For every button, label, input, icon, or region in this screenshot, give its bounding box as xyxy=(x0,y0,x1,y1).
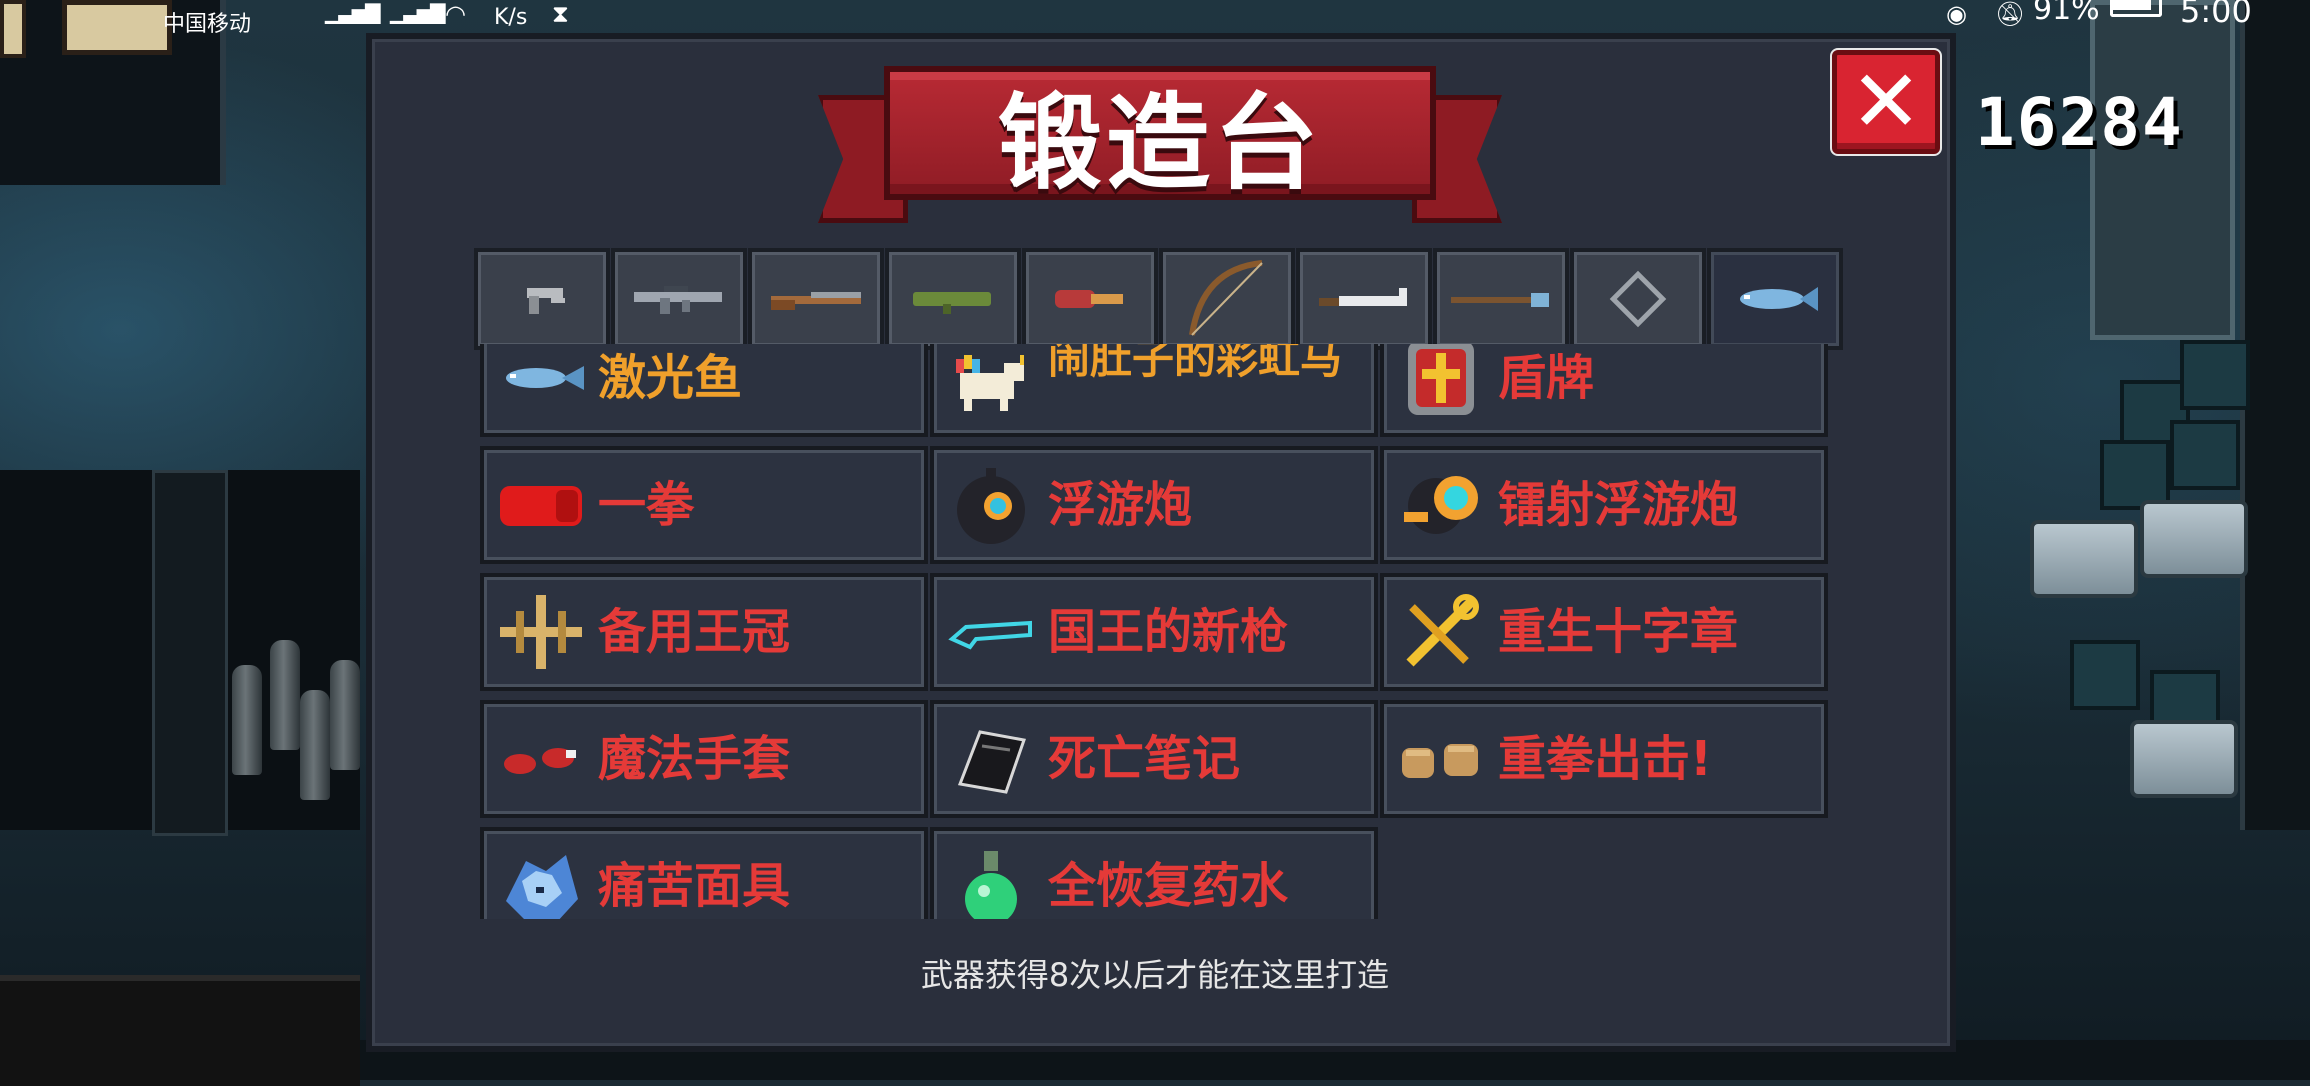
spare-crown-icon xyxy=(500,595,582,669)
tab-sword[interactable] xyxy=(1296,248,1432,350)
signal-icon: ▁▃▅▇ xyxy=(390,0,446,24)
item-name: 重生十字章 xyxy=(1498,604,1739,660)
crate xyxy=(2180,340,2250,410)
list-item[interactable]: 死亡笔记 xyxy=(930,700,1378,818)
gas-tank xyxy=(232,665,262,775)
item-name: 痛苦面具 xyxy=(598,858,791,914)
list-item[interactable]: 重生十字章 xyxy=(1380,573,1828,691)
item-name: 镭射浮游炮 xyxy=(1498,477,1739,533)
tab-bow[interactable] xyxy=(1159,248,1295,350)
shield-icon xyxy=(1408,344,1474,415)
forge-hint: 武器获得8次以后才能在这里打造 xyxy=(920,956,1390,994)
background-floor xyxy=(0,975,360,1086)
floating-cannon-icon xyxy=(957,468,1025,544)
net-speed: K/s xyxy=(494,5,528,30)
item-name: 全恢复药水 xyxy=(1048,858,1289,914)
flamethrower-icon xyxy=(1055,282,1125,316)
tab-shotgun[interactable] xyxy=(748,248,884,350)
item-name: 闹肚子的彩虹马 xyxy=(1048,344,1343,383)
crate xyxy=(2070,640,2140,710)
laser-floating-cannon-icon xyxy=(1404,476,1478,534)
close-icon: ✕ xyxy=(1849,52,1923,152)
background-machine xyxy=(2030,520,2138,598)
item-name: 死亡笔记 xyxy=(1048,731,1241,787)
shuriken-icon xyxy=(1609,270,1667,328)
bow-icon xyxy=(1189,260,1263,336)
tab-pistol[interactable] xyxy=(474,248,610,350)
tab-spear[interactable] xyxy=(1433,248,1569,350)
item-name: 盾牌 xyxy=(1498,350,1595,406)
hotspot-icon: ⧗ xyxy=(552,0,569,28)
battery-icon xyxy=(2110,0,2162,17)
item-name: 浮游炮 xyxy=(1048,477,1193,533)
background-wall xyxy=(2240,0,2310,830)
eye-icon: ◉ xyxy=(1946,0,1967,28)
wifi-icon: ◠ xyxy=(445,0,466,28)
dialog-title: 锻造台 xyxy=(997,81,1322,204)
list-item[interactable]: 浮游炮 xyxy=(930,446,1378,564)
background-pillar xyxy=(152,470,228,836)
full-heal-potion-icon xyxy=(965,851,1017,919)
battery-percent: 91% xyxy=(2033,0,2100,27)
list-item[interactable]: 重拳出击! xyxy=(1380,700,1828,818)
list-item[interactable]: 一拳 xyxy=(480,446,928,564)
death-note-icon xyxy=(957,730,1026,794)
list-item[interactable]: 魔法手套 xyxy=(480,700,928,818)
red-fist-icon xyxy=(500,486,582,526)
spear-icon xyxy=(1451,289,1551,309)
item-name: 重拳出击! xyxy=(1498,731,1712,787)
fish-icon xyxy=(1740,287,1818,311)
background-machine xyxy=(2140,500,2248,578)
item-name: 备用王冠 xyxy=(598,604,791,660)
list-item[interactable]: 盾牌 xyxy=(1380,344,1828,437)
item-list[interactable]: 激光鱼 闹肚子的彩虹马 盾牌 一拳 浮游炮 镭射浮游炮 备用王冠 国王的新枪 重… xyxy=(474,344,1834,919)
status-bar: 中国移动 ▁▃▅▇ ▁▃▅▇ ◠ K/s ⧗ ◉ 🔕︎ 91% 5:00 xyxy=(0,0,2310,37)
list-item[interactable]: 闹肚子的彩虹马 xyxy=(930,344,1378,437)
background-machine xyxy=(2090,0,2235,340)
background-machine xyxy=(2130,720,2238,798)
list-item[interactable]: 镭射浮游炮 xyxy=(1380,446,1828,564)
item-name: 一拳 xyxy=(598,477,695,533)
list-item[interactable]: 国王的新枪 xyxy=(930,573,1378,691)
gas-tank xyxy=(300,690,330,800)
signal-icon: ▁▃▅▇ xyxy=(325,0,381,24)
sword-icon xyxy=(1319,284,1409,314)
magic-gloves-icon xyxy=(504,748,576,774)
item-name: 激光鱼 xyxy=(598,350,743,406)
tab-fish[interactable] xyxy=(1707,248,1843,350)
tab-rocket-launcher[interactable] xyxy=(885,248,1021,350)
list-item[interactable]: 备用王冠 xyxy=(480,573,928,691)
title-banner: 锻造台 xyxy=(884,66,1436,204)
rebirth-cross-icon xyxy=(1406,594,1479,667)
tab-shuriken[interactable] xyxy=(1570,248,1706,350)
pistol-icon xyxy=(517,282,567,316)
item-name: 国王的新枪 xyxy=(1048,604,1289,660)
shotgun-icon xyxy=(771,282,861,316)
laser-fish-icon xyxy=(506,366,584,390)
gas-tank xyxy=(330,660,360,770)
carrier-name: 中国移动 xyxy=(163,12,252,37)
gas-tank xyxy=(270,640,300,750)
rocket-launcher-icon xyxy=(913,282,993,316)
assault-rifle-icon xyxy=(634,282,724,316)
clock: 5:00 xyxy=(2180,0,2252,30)
invisible-gun-icon xyxy=(948,620,1032,650)
item-name: 魔法手套 xyxy=(598,731,791,787)
crate xyxy=(2170,420,2240,490)
gem-count: 16284 xyxy=(1975,84,2184,161)
mute-icon: 🔕︎ xyxy=(1995,0,2026,28)
close-button[interactable]: ✕ xyxy=(1832,50,1940,154)
pain-mask-icon xyxy=(506,855,578,919)
rainbow-unicorn-icon xyxy=(956,355,1024,411)
list-item[interactable]: 痛苦面具 xyxy=(480,827,928,919)
list-item[interactable]: 激光鱼 xyxy=(480,344,928,437)
tab-flamethrower[interactable] xyxy=(1022,248,1158,350)
tab-assault-rifle[interactable] xyxy=(611,248,747,350)
list-item[interactable]: 全恢复药水 xyxy=(930,827,1378,919)
heavy-punch-icon xyxy=(1402,744,1478,778)
